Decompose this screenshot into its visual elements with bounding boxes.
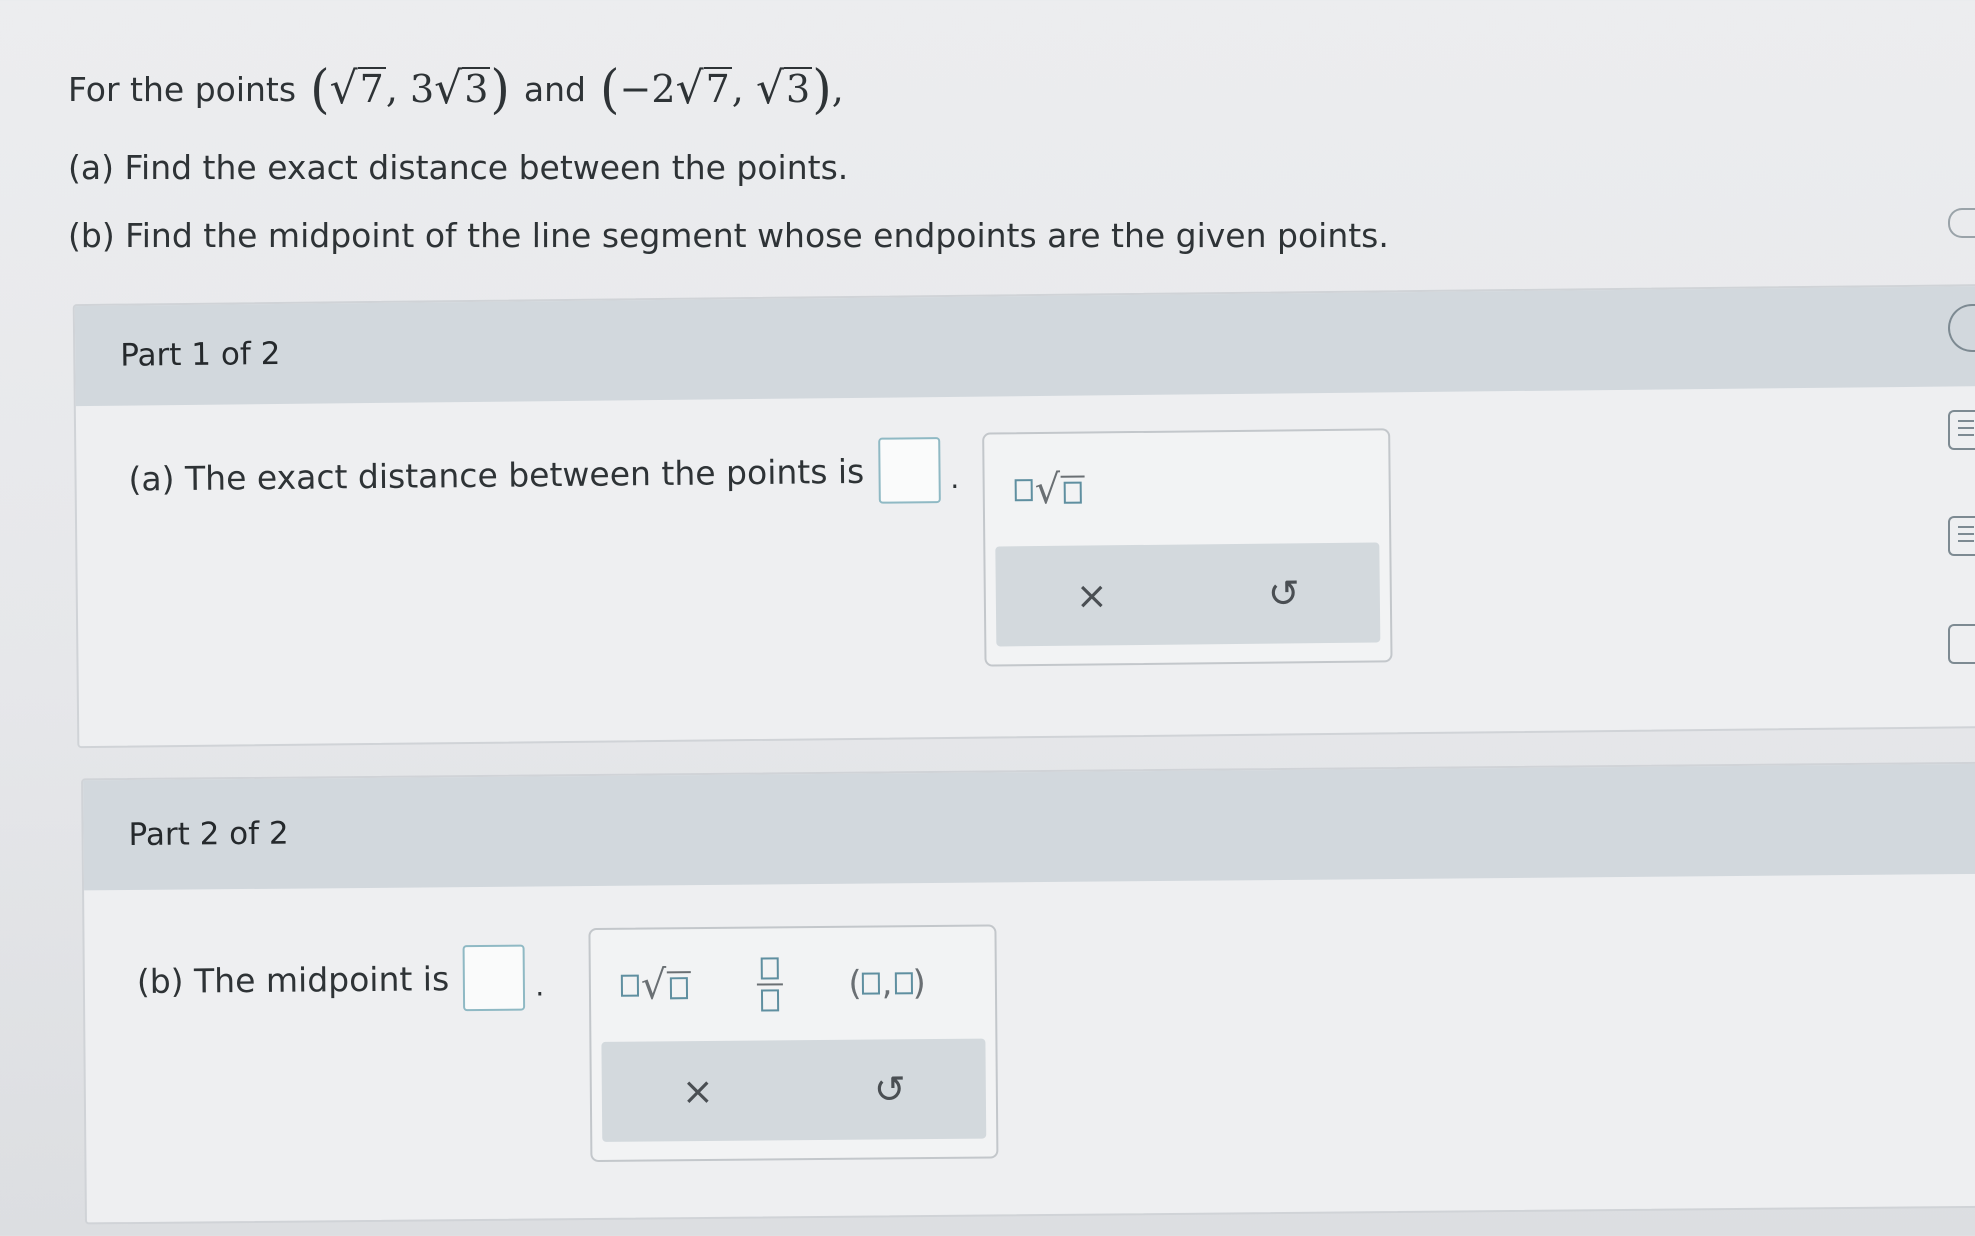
point-1: ( √ 7 , 3 √ 3 )	[310, 58, 510, 120]
part-1-header: Part 1 of 2	[74, 285, 1975, 407]
point-1-y-coef: 3	[409, 67, 435, 111]
list-icon[interactable]	[1948, 410, 1975, 450]
part-2-panel: Part 2 of 2 (b) The midpoint is . √ (,) …	[81, 761, 1975, 1225]
sqrt-template-icon[interactable]: √	[1014, 467, 1085, 513]
problem-intro: For the points	[68, 69, 297, 109]
point-2-x-coef: −2	[619, 67, 676, 111]
fraction-template-icon[interactable]	[756, 957, 783, 1012]
clear-icon[interactable]: ×	[668, 1069, 728, 1114]
point-2: ( −2 √ 7 , √ 3 ),	[600, 58, 844, 120]
part-2-question: (b) The midpoint is .	[137, 944, 545, 1014]
point-2-y-root: 3	[784, 67, 813, 112]
part-2-header: Part 2 of 2	[83, 763, 1975, 891]
point-1-y-root: 3	[462, 67, 491, 112]
calculator-icon[interactable]	[1948, 516, 1975, 556]
part-a-prompt: (a) Find the exact distance between the …	[68, 148, 849, 187]
part-b-prompt: (b) Find the midpoint of the line segmen…	[68, 216, 1389, 255]
problem-connector: and	[523, 69, 587, 109]
part-2-math-palette: √ (,) × ↺	[588, 924, 999, 1163]
part-2-palette-actions: × ↺	[601, 1038, 987, 1142]
problem-statement: For the points ( √ 7 , 3 √ 3 ) and ( −2 √ 7…	[68, 58, 844, 120]
point-2-x-root: 7	[703, 67, 732, 112]
part-1-palette-actions: × ↺	[995, 542, 1381, 647]
settings-icon[interactable]	[1948, 208, 1975, 238]
part-1-question-text: (a) The exact distance between the point…	[128, 451, 865, 499]
undo-icon[interactable]: ↺	[860, 1067, 920, 1112]
part-1-math-palette: √ × ↺	[982, 428, 1393, 667]
midpoint-answer-input[interactable]	[462, 944, 526, 1012]
edit-icon[interactable]	[1948, 624, 1975, 664]
ordered-pair-template-icon[interactable]: (,)	[848, 963, 926, 1004]
point-1-x-root: 7	[357, 67, 386, 112]
part-1-panel: Part 1 of 2 (a) The exact distance betwe…	[72, 283, 1975, 749]
part-1-question: (a) The exact distance between the point…	[128, 437, 959, 512]
page: For the points ( √ 7 , 3 √ 3 ) and ( −2 √ 7…	[0, 0, 1975, 1236]
undo-icon[interactable]: ↺	[1254, 571, 1314, 616]
sqrt-template-icon[interactable]: √	[620, 962, 691, 1009]
clear-icon[interactable]: ×	[1062, 573, 1122, 618]
part-2-question-text: (b) The midpoint is	[136, 958, 450, 1001]
distance-answer-input[interactable]	[877, 437, 941, 504]
